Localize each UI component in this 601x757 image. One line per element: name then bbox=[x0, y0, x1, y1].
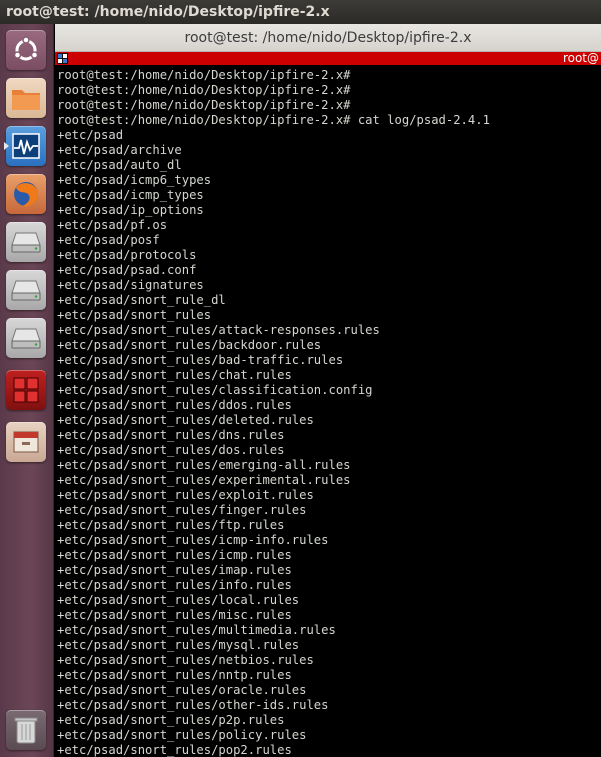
terminal-line: +etc/psad/snort_rules/classification.con… bbox=[57, 383, 373, 397]
workspace-switcher-icon bbox=[13, 377, 39, 403]
folder-icon bbox=[12, 90, 40, 110]
terminal-line: +etc/psad/snort_rules/dos.rules bbox=[57, 443, 285, 457]
terminal-line: +etc/psad bbox=[57, 128, 124, 142]
terminal-line: +etc/psad/snort_rules/other-ids.rules bbox=[57, 698, 329, 712]
terminal-line: +etc/psad/snort_rules/netbios.rules bbox=[57, 653, 314, 667]
terminal-line: +etc/psad/snort_rules/emerging-all.rules bbox=[57, 458, 351, 472]
terminal-line: +etc/psad/snort_rules/ddos.rules bbox=[57, 398, 292, 412]
trash-icon bbox=[14, 717, 38, 744]
file-cabinet-icon bbox=[13, 431, 39, 453]
terminal-line: +etc/psad/snort_rules/policy.rules bbox=[57, 728, 307, 742]
terminal-line: +etc/psad/snort_rules/oracle.rules bbox=[57, 683, 307, 697]
terminal-line: +etc/psad/snort_rules/pop2.rules bbox=[57, 743, 292, 757]
running-indicator bbox=[4, 142, 9, 150]
terminal-line: +etc/psad/ip_options bbox=[57, 203, 204, 217]
terminal-line: +etc/psad/protocols bbox=[57, 248, 197, 262]
terminal-line: +etc/psad/auto_dl bbox=[57, 158, 182, 172]
hard-drive-icon bbox=[11, 328, 41, 349]
terminal-tab-icon bbox=[57, 53, 68, 64]
terminal-line: +etc/psad/snort_rules/mysql.rules bbox=[57, 638, 300, 652]
terminal-line: +etc/psad/snort_rules/backdoor.rules bbox=[57, 338, 322, 352]
terminal-line: +etc/psad/snort_rules/multimedia.rules bbox=[57, 623, 336, 637]
terminal-line: root@test:/home/nido/Desktop/ipfire-2.x# bbox=[57, 68, 351, 82]
terminal-line: +etc/psad/snort_rules/finger.rules bbox=[57, 503, 307, 517]
firefox-icon bbox=[14, 182, 39, 207]
launcher-workspace-switcher[interactable] bbox=[4, 368, 48, 412]
terminal-line: +etc/psad/snort_rules/nntp.rules bbox=[57, 668, 292, 682]
terminal-output[interactable]: root@test:/home/nido/Desktop/ipfire-2.x#… bbox=[55, 65, 601, 757]
terminal-line: +etc/psad/snort_rules/p2p.rules bbox=[57, 713, 285, 727]
active-window-title: root@test: /home/nido/Desktop/ipfire-2.x bbox=[6, 4, 330, 20]
launcher-files[interactable] bbox=[4, 76, 48, 120]
terminal-line: +etc/psad/snort_rules/misc.rules bbox=[57, 608, 292, 622]
terminal-line: +etc/psad/snort_rules/imap.rules bbox=[57, 563, 292, 577]
terminal-line: +etc/psad/snort_rules/deleted.rules bbox=[57, 413, 314, 427]
launcher-trash[interactable] bbox=[4, 708, 48, 752]
terminal-line: +etc/psad/snort_rules/info.rules bbox=[57, 578, 292, 592]
terminal-line: root@test:/home/nido/Desktop/ipfire-2.x#… bbox=[57, 113, 490, 127]
terminal-line: +etc/psad/icmp6_types bbox=[57, 173, 212, 187]
hard-drive-icon bbox=[11, 280, 41, 301]
top-panel: root@test: /home/nido/Desktop/ipfire-2.x bbox=[0, 0, 601, 24]
terminal-line: +etc/psad/icmp_types bbox=[57, 188, 204, 202]
launcher-drive-1[interactable] bbox=[4, 220, 48, 264]
launcher-dash-home[interactable] bbox=[4, 28, 48, 72]
terminal-line: +etc/psad/snort_rules/exploit.rules bbox=[57, 488, 314, 502]
terminal-line: +etc/psad/snort_rules/ftp.rules bbox=[57, 518, 285, 532]
system-monitor-icon bbox=[12, 133, 40, 159]
terminal-window[interactable]: root@test: /home/nido/Desktop/ipfire-2.x… bbox=[55, 24, 601, 757]
terminal-line: +etc/psad/snort_rules/icmp.rules bbox=[57, 548, 292, 562]
launcher-drive-3[interactable] bbox=[4, 316, 48, 360]
ubuntu-logo-icon bbox=[13, 36, 39, 61]
terminal-line: +etc/psad/signatures bbox=[57, 278, 204, 292]
terminal-line: +etc/psad/snort_rules/chat.rules bbox=[57, 368, 292, 382]
terminal-line: +etc/psad/snort_rules/local.rules bbox=[57, 593, 300, 607]
launcher bbox=[0, 24, 54, 757]
launcher-firefox[interactable] bbox=[4, 172, 48, 216]
terminal-line: root@test:/home/nido/Desktop/ipfire-2.x# bbox=[57, 83, 351, 97]
terminal-tab-label[interactable]: root@ bbox=[563, 50, 599, 66]
launcher-drive-2[interactable] bbox=[4, 268, 48, 312]
terminal-line: +etc/psad/snort_rules bbox=[57, 308, 212, 322]
terminal-line: +etc/psad/snort_rules/bad-traffic.rules bbox=[57, 353, 344, 367]
terminal-line: +etc/psad/pf.os bbox=[57, 218, 168, 232]
terminal-line: +etc/psad/snort_rule_dl bbox=[57, 293, 226, 307]
hard-drive-icon bbox=[11, 232, 41, 253]
launcher-system-monitor[interactable] bbox=[4, 124, 48, 168]
terminal-line: +etc/psad/psad.conf bbox=[57, 263, 197, 277]
terminal-line: +etc/psad/posf bbox=[57, 233, 160, 247]
terminal-line: root@test:/home/nido/Desktop/ipfire-2.x# bbox=[57, 98, 351, 112]
terminal-line: +etc/psad/snort_rules/dns.rules bbox=[57, 428, 285, 442]
terminal-tab-bar[interactable]: root@ bbox=[55, 50, 601, 66]
terminal-window-title: root@test: /home/nido/Desktop/ipfire-2.x bbox=[184, 30, 472, 46]
terminal-line: +etc/psad/snort_rules/experimental.rules bbox=[57, 473, 351, 487]
launcher-file-manager[interactable] bbox=[4, 420, 48, 464]
terminal-line: +etc/psad/archive bbox=[57, 143, 182, 157]
terminal-titlebar[interactable]: root@test: /home/nido/Desktop/ipfire-2.x bbox=[55, 24, 601, 52]
terminal-line: +etc/psad/snort_rules/icmp-info.rules bbox=[57, 533, 329, 547]
terminal-line: +etc/psad/snort_rules/attack-responses.r… bbox=[57, 323, 380, 337]
